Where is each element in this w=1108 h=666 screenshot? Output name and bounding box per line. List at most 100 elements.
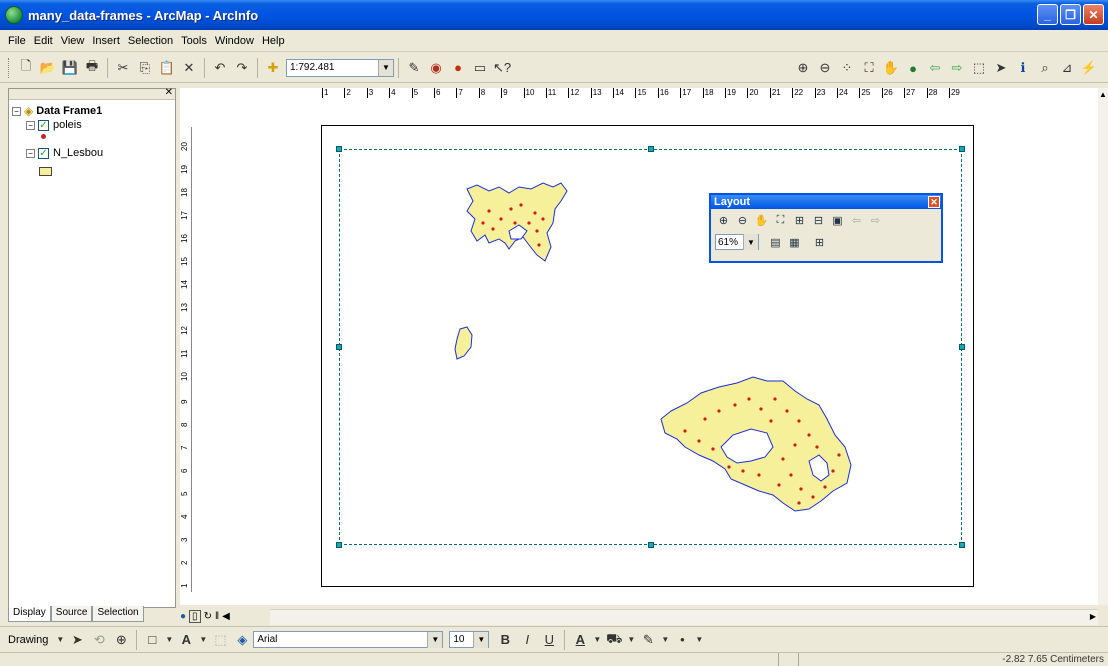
select-elements-arrow-icon[interactable]: ➤ — [991, 58, 1011, 78]
full-extent-globe-icon[interactable]: ● — [903, 58, 923, 78]
layer-visibility-checkbox[interactable]: ✓ — [38, 119, 49, 131]
pause-drawing-icon[interactable]: ‖ — [215, 611, 219, 622]
horizontal-scrollbar[interactable]: ▶ — [270, 609, 1098, 625]
zoom-whole-page-icon[interactable]: ⛶ — [772, 212, 789, 229]
dropdown-arrow-icon[interactable]: ▼ — [198, 630, 208, 650]
collapse-icon[interactable]: − — [26, 120, 35, 130]
chevron-down-icon[interactable]: ▼ — [427, 631, 443, 648]
tab-selection[interactable]: Selection — [92, 606, 144, 622]
fixed-zoom-in-icon[interactable]: ⁘ — [837, 58, 857, 78]
fill-color-icon[interactable]: ⛟ — [604, 630, 624, 650]
dropdown-arrow-icon[interactable]: ▼ — [164, 630, 174, 650]
focus-data-frame-icon[interactable]: ▦ — [786, 234, 803, 251]
menu-selection[interactable]: Selection — [124, 33, 177, 49]
rotate-icon[interactable]: ⟲ — [89, 630, 109, 650]
menu-edit[interactable]: Edit — [30, 33, 57, 49]
collapse-icon[interactable]: − — [26, 148, 35, 158]
font-size-combo[interactable]: 10 ▼ — [449, 631, 490, 648]
drawing-menu[interactable]: Drawing — [8, 634, 48, 646]
edit-vertices-icon[interactable]: ⬚ — [210, 630, 230, 650]
layer-visibility-checkbox[interactable]: ✓ — [38, 147, 49, 159]
select-features-icon[interactable]: ⬚ — [969, 58, 989, 78]
toc-layer-poleis[interactable]: − ✓ poleis — [26, 119, 82, 131]
bold-icon[interactable]: B — [495, 630, 515, 650]
menu-help[interactable]: Help — [258, 33, 289, 49]
menu-insert[interactable]: Insert — [88, 33, 124, 49]
line-color-icon[interactable]: ✎ — [638, 630, 658, 650]
rectangle-tool-icon[interactable]: □ — [142, 630, 162, 650]
scroll-up-icon[interactable]: ▲ — [1098, 90, 1108, 99]
hyperlink-icon[interactable]: ⚡ — [1079, 58, 1099, 78]
chevron-down-icon[interactable]: ▼ — [473, 631, 489, 648]
zoom-out-icon[interactable]: ⊖ — [815, 58, 835, 78]
font-color-icon[interactable]: A — [570, 630, 590, 650]
arctoolbox-icon[interactable]: ◉ — [426, 58, 446, 78]
undo-icon[interactable]: ↶ — [210, 58, 230, 78]
zoom-in-icon[interactable]: ⊕ — [793, 58, 813, 78]
resize-handle[interactable] — [959, 344, 965, 350]
cut-icon[interactable]: ✂ — [113, 58, 133, 78]
redo-icon[interactable]: ↷ — [232, 58, 252, 78]
vertical-scrollbar[interactable]: ▲ — [1098, 88, 1108, 605]
dropdown-arrow-icon[interactable]: ▼ — [55, 630, 65, 650]
identify-icon[interactable]: ℹ — [1013, 58, 1033, 78]
zoom-100-icon[interactable]: ▣ — [829, 212, 846, 229]
toolbar-grip[interactable] — [8, 57, 11, 78]
underline-icon[interactable]: U — [539, 630, 559, 650]
toggle-draft-mode-icon[interactable]: ▤ — [767, 234, 784, 251]
tab-display[interactable]: Display — [8, 606, 51, 622]
open-folder-icon[interactable]: 📂 — [38, 58, 58, 78]
copy-icon[interactable]: ⎘ — [135, 58, 155, 78]
layout-zoom-in-icon[interactable]: ⊕ — [715, 212, 732, 229]
find-binoculars-icon[interactable]: ⌕ — [1035, 58, 1055, 78]
zoom-percent-combo[interactable]: 61% ▼ — [715, 234, 759, 250]
editor-toolbar-icon[interactable]: ✎ — [404, 58, 424, 78]
change-layout-icon[interactable]: ⊞ — [811, 234, 828, 251]
chevron-down-icon[interactable]: ▼ — [743, 234, 758, 250]
dropdown-arrow-icon[interactable]: ▼ — [626, 630, 636, 650]
dropdown-arrow-icon[interactable]: ▼ — [592, 630, 602, 650]
maximize-button[interactable]: ❐ — [1060, 4, 1081, 25]
fixed-zoom-in-icon[interactable]: ⊞ — [791, 212, 808, 229]
next-extent-icon[interactable]: ⇨ — [867, 212, 884, 229]
menu-view[interactable]: View — [57, 33, 89, 49]
map-scale-combo[interactable]: 1:792.481 ▼ — [286, 58, 394, 77]
close-button[interactable]: ✕ — [1083, 4, 1104, 25]
delete-icon[interactable]: ✕ — [179, 58, 199, 78]
paste-icon[interactable]: 📋 — [157, 58, 177, 78]
dropdown-arrow-icon[interactable]: ▼ — [660, 630, 670, 650]
data-view-icon[interactable]: ● — [180, 611, 186, 622]
resize-handle[interactable] — [336, 146, 342, 152]
resize-handle[interactable] — [336, 542, 342, 548]
menu-file[interactable]: File — [4, 33, 30, 49]
menu-tools[interactable]: Tools — [177, 33, 211, 49]
new-document-icon[interactable]: 🗋 — [16, 58, 36, 78]
collapse-icon[interactable]: − — [12, 106, 21, 116]
back-arrow-icon[interactable]: ⇦ — [925, 58, 945, 78]
poleis-point-symbol[interactable] — [41, 134, 46, 139]
resize-handle[interactable] — [959, 542, 965, 548]
select-elements-icon[interactable]: ➤ — [67, 630, 87, 650]
arccatalog-icon[interactable]: ● — [448, 58, 468, 78]
fixed-zoom-out-icon[interactable]: ⊟ — [810, 212, 827, 229]
tab-source[interactable]: Source — [50, 606, 93, 622]
marker-color-icon[interactable]: • — [672, 630, 692, 650]
scroll-right-icon[interactable]: ▶ — [1090, 612, 1096, 621]
resize-handle[interactable] — [336, 344, 342, 350]
layout-zoom-out-icon[interactable]: ⊖ — [734, 212, 751, 229]
previous-extent-icon[interactable]: ⇦ — [848, 212, 865, 229]
forward-arrow-icon[interactable]: ⇨ — [947, 58, 967, 78]
italic-icon[interactable]: I — [517, 630, 537, 650]
close-icon[interactable]: ✕ — [165, 87, 173, 98]
whats-this-icon[interactable]: ↖? — [492, 58, 512, 78]
resize-handle[interactable] — [648, 542, 654, 548]
scroll-left-icon[interactable]: ◀ — [222, 611, 230, 622]
add-data-icon[interactable]: ✚ — [263, 58, 283, 78]
pan-icon[interactable]: ✋ — [881, 58, 901, 78]
toc-data-frame[interactable]: − ◈ Data Frame1 — [12, 104, 102, 118]
resize-handle[interactable] — [959, 146, 965, 152]
minimize-button[interactable]: _ — [1037, 4, 1058, 25]
layout-view-icon[interactable]: ▯ — [189, 610, 201, 623]
command-line-icon[interactable]: ▭ — [470, 58, 490, 78]
n-lesbou-polygon-symbol[interactable] — [39, 167, 52, 176]
